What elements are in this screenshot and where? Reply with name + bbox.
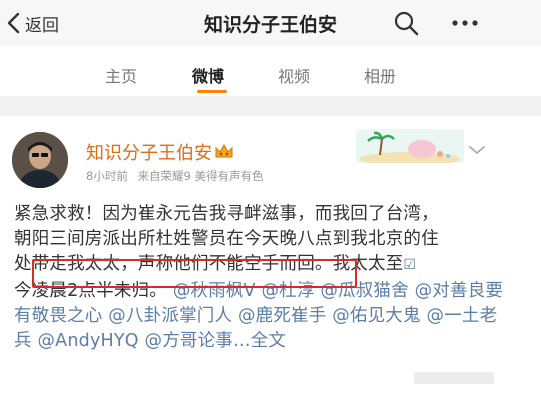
watermark: [414, 372, 494, 384]
tab-home[interactable]: 主页: [105, 63, 137, 87]
mention-link[interactable]: @佑见大鬼: [332, 306, 421, 326]
search-icon[interactable]: [393, 10, 419, 36]
post-time: 8小时前: [86, 169, 128, 183]
mention-link[interactable]: @八卦派掌门人: [108, 306, 232, 326]
post-source: 来自荣耀9 美得有声有色: [137, 169, 264, 183]
avatar[interactable]: [12, 132, 68, 188]
author-name[interactable]: 知识分子王伯安: [86, 139, 212, 165]
post-text-segment: 处: [14, 254, 32, 275]
post-text-line: 紧急求救！因为崔永元告我寻衅滋事，而我回了台湾，: [14, 204, 439, 224]
tab-bar: 主页 微博 视频 相册: [0, 48, 541, 96]
cover-decoration: [356, 129, 464, 163]
post-text-line: 朝阳三间房派出所杜姓警员在今天晚八点到我北京的住: [14, 229, 439, 250]
chevron-down-icon[interactable]: [468, 144, 486, 156]
mention-link[interactable]: @AndyHYQ: [37, 331, 138, 351]
post-text-line: 今凌晨2点半未归。 @秋雨枫V @杜淳 @瓜叔猫舍 @对善良要有敬畏之心 @八卦…: [14, 279, 514, 355]
more-options-icon[interactable]: [451, 18, 479, 28]
section-divider: [0, 96, 541, 116]
highlight-box: [32, 259, 357, 288]
tab-weibo[interactable]: 微博: [192, 63, 224, 87]
tab-video[interactable]: 视频: [278, 63, 310, 87]
mention-link[interactable]: @方哥论事: [145, 331, 234, 351]
post-meta: 8小时前 来自荣耀9 美得有声有色: [86, 168, 263, 184]
crown-badge-icon: [215, 143, 233, 158]
read-more-link[interactable]: …全文: [233, 331, 286, 351]
mention-link[interactable]: @鹿死崔手: [238, 306, 327, 326]
active-tab-indicator: [197, 90, 227, 93]
tab-album[interactable]: 相册: [364, 63, 396, 87]
beach-illustration-icon: [356, 129, 464, 163]
avatar-photo: [12, 132, 68, 188]
edit-icon: ☑: [403, 257, 417, 274]
